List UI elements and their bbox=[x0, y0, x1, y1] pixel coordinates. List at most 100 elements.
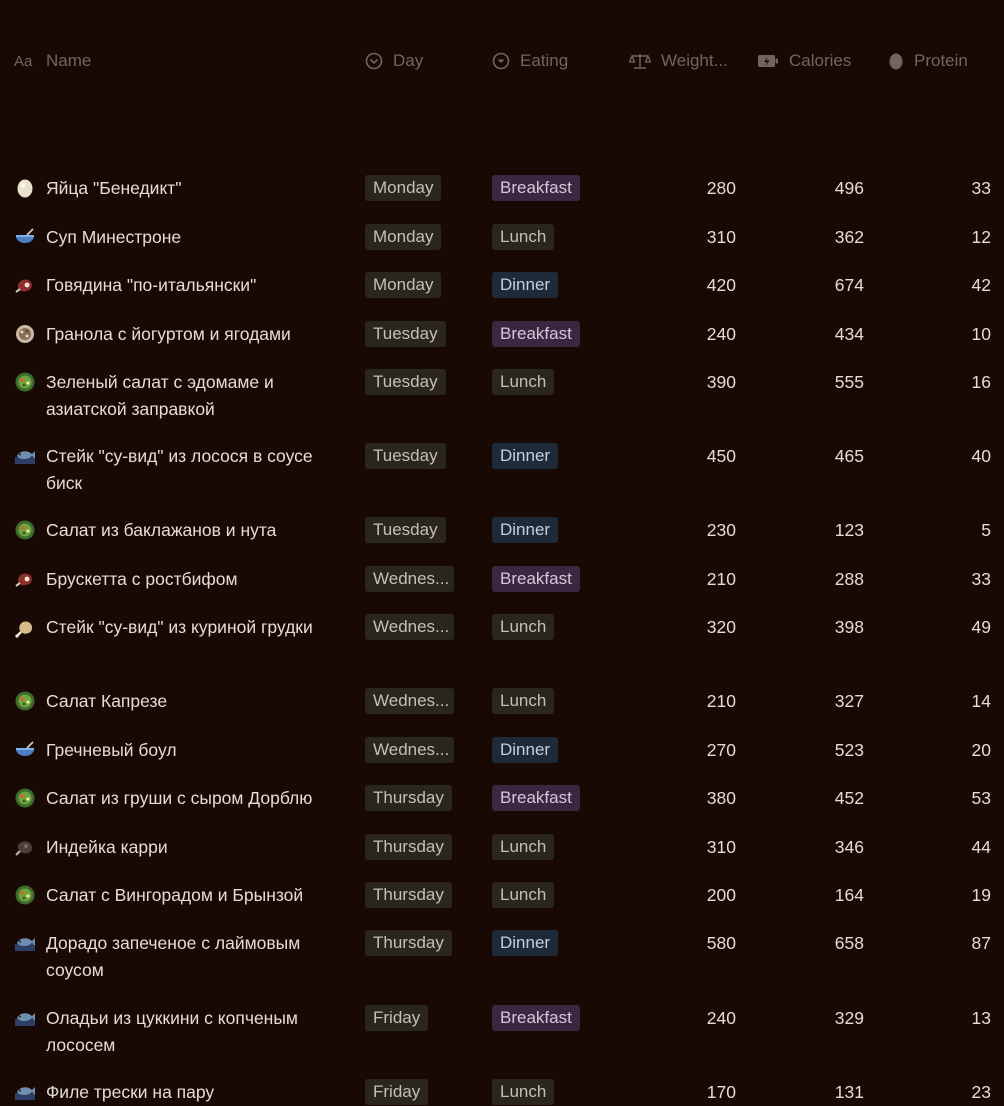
weight-value[interactable]: 390 bbox=[707, 369, 736, 396]
row-name-cell[interactable]: Индейка карри bbox=[14, 834, 351, 861]
weight-value[interactable]: 380 bbox=[707, 785, 736, 812]
protein-value[interactable]: 13 bbox=[972, 1005, 991, 1032]
calories-value[interactable]: 465 bbox=[835, 443, 864, 470]
day-tag[interactable]: Wednes... bbox=[365, 737, 454, 763]
eating-tag[interactable]: Lunch bbox=[492, 1079, 555, 1105]
row-name-cell[interactable]: Зеленый салат с эдомаме и азиатской запр… bbox=[14, 369, 351, 423]
weight-value[interactable]: 420 bbox=[707, 272, 736, 299]
protein-value[interactable]: 42 bbox=[972, 272, 991, 299]
column-header-eating[interactable]: Eating bbox=[492, 49, 568, 73]
eating-tag[interactable]: Dinner bbox=[492, 930, 559, 956]
calories-value[interactable]: 555 bbox=[835, 369, 864, 396]
eating-tag[interactable]: Lunch bbox=[492, 369, 555, 395]
calories-value[interactable]: 164 bbox=[835, 882, 864, 909]
calories-value[interactable]: 346 bbox=[835, 834, 864, 861]
weight-value[interactable]: 320 bbox=[707, 614, 736, 641]
protein-value[interactable]: 14 bbox=[972, 688, 991, 715]
day-tag[interactable]: Friday bbox=[365, 1079, 429, 1105]
protein-value[interactable]: 5 bbox=[981, 517, 991, 544]
row-name-cell[interactable]: Дорадо запеченое с лаймовым соусом bbox=[14, 930, 351, 984]
day-tag[interactable]: Thursday bbox=[365, 834, 452, 860]
calories-value[interactable]: 131 bbox=[835, 1079, 864, 1106]
day-tag[interactable]: Monday bbox=[365, 175, 442, 201]
row-name-cell[interactable]: Стейк "су-вид" из куриной грудки bbox=[14, 614, 351, 641]
calories-value[interactable]: 658 bbox=[835, 930, 864, 957]
day-tag[interactable]: Tuesday bbox=[365, 369, 446, 395]
calories-value[interactable]: 674 bbox=[835, 272, 864, 299]
row-name-cell[interactable]: Суп Минестроне bbox=[14, 224, 351, 251]
protein-value[interactable]: 12 bbox=[972, 224, 991, 251]
day-tag[interactable]: Thursday bbox=[365, 930, 452, 956]
eating-tag[interactable]: Breakfast bbox=[492, 321, 580, 347]
weight-value[interactable]: 210 bbox=[707, 688, 736, 715]
column-header-weight[interactable]: Weight... bbox=[629, 49, 728, 73]
weight-value[interactable]: 310 bbox=[707, 224, 736, 251]
protein-value[interactable]: 87 bbox=[972, 930, 991, 957]
day-tag[interactable]: Monday bbox=[365, 224, 442, 250]
row-name-cell[interactable]: Брускетта с ростбифом bbox=[14, 566, 351, 593]
protein-value[interactable]: 33 bbox=[972, 566, 991, 593]
eating-tag[interactable]: Breakfast bbox=[492, 566, 580, 592]
calories-value[interactable]: 329 bbox=[835, 1005, 864, 1032]
day-tag[interactable]: Tuesday bbox=[365, 443, 446, 469]
eating-tag[interactable]: Dinner bbox=[492, 272, 559, 298]
eating-tag[interactable]: Dinner bbox=[492, 737, 559, 763]
weight-value[interactable]: 240 bbox=[707, 1005, 736, 1032]
row-name-cell[interactable]: Салат с Вингорадом и Брынзой bbox=[14, 882, 351, 909]
row-name-cell[interactable]: Салат из груши с сыром Дорблю bbox=[14, 785, 351, 812]
day-tag[interactable]: Wednes... bbox=[365, 614, 454, 640]
weight-value[interactable]: 230 bbox=[707, 517, 736, 544]
row-name-cell[interactable]: Филе трески на пару bbox=[14, 1079, 351, 1106]
protein-value[interactable]: 23 bbox=[972, 1079, 991, 1106]
weight-value[interactable]: 170 bbox=[707, 1079, 736, 1106]
weight-value[interactable]: 280 bbox=[707, 175, 736, 202]
row-name-cell[interactable]: Говядина "по-итальянски" bbox=[14, 272, 351, 299]
column-header-name[interactable]: Aa Name bbox=[14, 49, 91, 73]
calories-value[interactable]: 398 bbox=[835, 614, 864, 641]
eating-tag[interactable]: Lunch bbox=[492, 614, 555, 640]
weight-value[interactable]: 450 bbox=[707, 443, 736, 470]
weight-value[interactable]: 210 bbox=[707, 566, 736, 593]
row-name-cell[interactable]: Яйца "Бенедикт" bbox=[14, 175, 351, 202]
calories-value[interactable]: 123 bbox=[835, 517, 864, 544]
eating-tag[interactable]: Breakfast bbox=[492, 1005, 580, 1031]
calories-value[interactable]: 434 bbox=[835, 321, 864, 348]
row-name-cell[interactable]: Гранола с йогуртом и ягодами bbox=[14, 321, 351, 348]
day-tag[interactable]: Thursday bbox=[365, 785, 452, 811]
calories-value[interactable]: 496 bbox=[835, 175, 864, 202]
day-tag[interactable]: Tuesday bbox=[365, 321, 446, 347]
day-tag[interactable]: Tuesday bbox=[365, 517, 446, 543]
protein-value[interactable]: 19 bbox=[972, 882, 991, 909]
day-tag[interactable]: Monday bbox=[365, 272, 442, 298]
protein-value[interactable]: 16 bbox=[972, 369, 991, 396]
weight-value[interactable]: 580 bbox=[707, 930, 736, 957]
row-name-cell[interactable]: Салат Капрезе bbox=[14, 688, 351, 715]
eating-tag[interactable]: Dinner bbox=[492, 443, 559, 469]
day-tag[interactable]: Thursday bbox=[365, 882, 452, 908]
protein-value[interactable]: 20 bbox=[972, 737, 991, 764]
weight-value[interactable]: 200 bbox=[707, 882, 736, 909]
weight-value[interactable]: 270 bbox=[707, 737, 736, 764]
eating-tag[interactable]: Lunch bbox=[492, 688, 555, 714]
day-tag[interactable]: Wednes... bbox=[365, 566, 454, 592]
column-header-calories[interactable]: Calories bbox=[757, 49, 851, 73]
row-name-cell[interactable]: Салат из баклажанов и нута bbox=[14, 517, 351, 544]
calories-value[interactable]: 362 bbox=[835, 224, 864, 251]
calories-value[interactable]: 452 bbox=[835, 785, 864, 812]
eating-tag[interactable]: Breakfast bbox=[492, 175, 580, 201]
protein-value[interactable]: 40 bbox=[972, 443, 991, 470]
eating-tag[interactable]: Lunch bbox=[492, 882, 555, 908]
weight-value[interactable]: 310 bbox=[707, 834, 736, 861]
calories-value[interactable]: 523 bbox=[835, 737, 864, 764]
column-header-day[interactable]: Day bbox=[365, 49, 423, 73]
protein-value[interactable]: 10 bbox=[972, 321, 991, 348]
eating-tag[interactable]: Dinner bbox=[492, 517, 559, 543]
protein-value[interactable]: 44 bbox=[972, 834, 991, 861]
eating-tag[interactable]: Lunch bbox=[492, 224, 555, 250]
calories-value[interactable]: 288 bbox=[835, 566, 864, 593]
protein-value[interactable]: 49 bbox=[972, 614, 991, 641]
eating-tag[interactable]: Breakfast bbox=[492, 785, 580, 811]
calories-value[interactable]: 327 bbox=[835, 688, 864, 715]
row-name-cell[interactable]: Стейк "су-вид" из лосося в соусе биск bbox=[14, 443, 351, 497]
weight-value[interactable]: 240 bbox=[707, 321, 736, 348]
